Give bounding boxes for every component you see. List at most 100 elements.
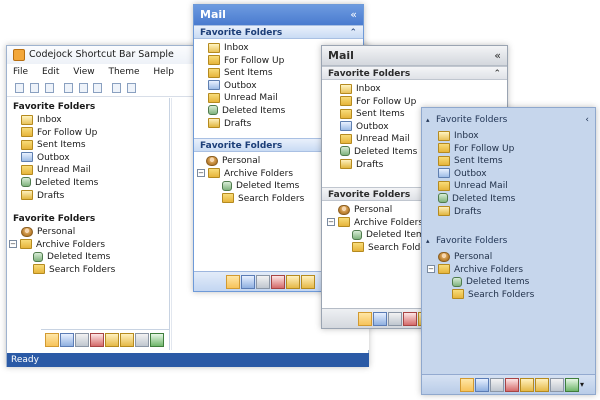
contacts-icon[interactable] bbox=[75, 333, 89, 347]
folder-list-icon[interactable] bbox=[301, 275, 315, 289]
deleted-icon bbox=[21, 177, 31, 188]
favorite-folders-header[interactable]: Favorite Folders ⌃ bbox=[194, 25, 363, 39]
folder-icon bbox=[340, 96, 352, 107]
folder-outbox[interactable]: Outbox bbox=[21, 152, 169, 165]
notes-icon[interactable] bbox=[520, 378, 534, 392]
copy-icon[interactable] bbox=[78, 83, 88, 93]
tree-personal[interactable]: Personal bbox=[438, 251, 595, 264]
folder-icon bbox=[208, 55, 220, 66]
tree-label: Search Folders bbox=[468, 289, 535, 300]
collapse-toggle[interactable]: − bbox=[9, 240, 17, 249]
tree-deleted-items[interactable]: Deleted Items bbox=[33, 251, 169, 264]
folder-deleted-items[interactable]: Deleted Items bbox=[21, 177, 169, 190]
tree-archive-folders[interactable]: − Archive Folders bbox=[427, 264, 595, 277]
favorite-folders-header[interactable]: Favorite Folders bbox=[7, 100, 169, 114]
folder-drafts[interactable]: Drafts bbox=[438, 206, 595, 219]
menu-file[interactable]: File bbox=[13, 67, 28, 77]
print-icon[interactable] bbox=[112, 83, 122, 93]
favorite-folders-header-2[interactable]: ▴ Favorite Folders bbox=[422, 234, 595, 248]
new-file-icon[interactable] bbox=[15, 83, 24, 93]
tree-label: Search Folders bbox=[49, 264, 116, 275]
menu-theme[interactable]: Theme bbox=[108, 67, 139, 77]
personal-icon bbox=[438, 251, 450, 262]
tasks-icon[interactable] bbox=[403, 312, 417, 326]
folder-sent-items[interactable]: Sent Items bbox=[438, 155, 595, 168]
folder-inbox[interactable]: Inbox bbox=[21, 114, 169, 127]
folder-unread-mail[interactable]: Unread Mail bbox=[21, 164, 169, 177]
folder-label: Drafts bbox=[224, 118, 252, 129]
folder-outbox[interactable]: Outbox bbox=[438, 168, 595, 181]
paste-icon[interactable] bbox=[93, 83, 103, 93]
menu-edit[interactable]: Edit bbox=[42, 67, 59, 77]
sent-icon bbox=[21, 139, 33, 150]
folder-sent-items[interactable]: Sent Items bbox=[21, 139, 169, 152]
contacts-icon[interactable] bbox=[256, 275, 270, 289]
collapse-chevron-icon[interactable]: « bbox=[350, 5, 357, 25]
folder-label: Drafts bbox=[37, 190, 65, 201]
sent-icon bbox=[208, 67, 220, 78]
chevron-up-icon[interactable]: ⌃ bbox=[349, 26, 357, 40]
open-folder-icon[interactable] bbox=[29, 83, 39, 93]
favorite-folders-header[interactable]: Favorite Folders ⌃ bbox=[322, 66, 507, 80]
folder-list-icon[interactable] bbox=[120, 333, 134, 347]
folder-inbox[interactable]: Inbox bbox=[340, 83, 507, 96]
expand-triangle-icon[interactable]: ▴ bbox=[426, 234, 430, 248]
calendar-icon[interactable] bbox=[475, 378, 489, 392]
tasks-icon[interactable] bbox=[505, 378, 519, 392]
tree-search-folders[interactable]: Search Folders bbox=[452, 289, 595, 302]
help-icon[interactable] bbox=[127, 83, 137, 93]
cut-icon[interactable] bbox=[63, 83, 73, 93]
collapse-chevron-icon[interactable]: ‹ bbox=[585, 113, 589, 127]
folder-label: Inbox bbox=[356, 84, 381, 94]
inbox-icon bbox=[340, 83, 352, 94]
folder-deleted-items[interactable]: Deleted Items bbox=[438, 193, 595, 206]
tree-label: Deleted Items bbox=[466, 277, 530, 288]
folder-label: Unread Mail bbox=[454, 181, 508, 192]
calendar-icon[interactable] bbox=[373, 312, 387, 326]
menu-help[interactable]: Help bbox=[153, 67, 174, 77]
favorite-folders-list: Inbox For Follow Up Sent Items Outbox Un… bbox=[7, 114, 169, 202]
shortcuts-icon[interactable] bbox=[135, 333, 149, 347]
journal-icon[interactable] bbox=[150, 333, 164, 347]
folder-inbox[interactable]: Inbox bbox=[438, 130, 595, 143]
folder-drafts[interactable]: Drafts bbox=[21, 190, 169, 203]
notes-icon[interactable] bbox=[286, 275, 300, 289]
inbox-icon bbox=[21, 114, 33, 125]
tree-search-folders[interactable]: Search Folders bbox=[33, 264, 169, 277]
calendar-icon[interactable] bbox=[60, 333, 74, 347]
tasks-icon[interactable] bbox=[271, 275, 285, 289]
mail-icon[interactable] bbox=[45, 333, 59, 347]
mail-icon[interactable] bbox=[460, 378, 474, 392]
expand-triangle-icon[interactable]: ▴ bbox=[426, 113, 430, 127]
tree-archive-folders[interactable]: − Archive Folders bbox=[9, 239, 169, 252]
collapse-toggle[interactable]: − bbox=[327, 218, 335, 227]
search-folder-icon bbox=[452, 289, 464, 300]
collapse-toggle[interactable]: − bbox=[427, 265, 435, 274]
folder-for-follow-up[interactable]: For Follow Up bbox=[438, 143, 595, 156]
menu-view[interactable]: View bbox=[73, 67, 94, 77]
tree-label: Deleted Items bbox=[47, 252, 111, 263]
favorite-folders-header[interactable]: ▴ Favorite Folders ‹ bbox=[422, 113, 595, 127]
tasks-icon[interactable] bbox=[90, 333, 104, 347]
deleted-icon bbox=[352, 229, 362, 240]
collapse-chevron-icon[interactable]: « bbox=[494, 46, 501, 66]
configure-dropdown-icon[interactable]: ▾ bbox=[580, 378, 588, 392]
favorite-folders-header-2[interactable]: Favorite Folders bbox=[7, 212, 169, 226]
collapse-toggle[interactable]: − bbox=[197, 169, 205, 178]
save-icon[interactable] bbox=[44, 83, 54, 93]
shortcuts-icon[interactable] bbox=[550, 378, 564, 392]
tree-personal[interactable]: Personal bbox=[21, 226, 169, 239]
tree-deleted-items[interactable]: Deleted Items bbox=[452, 276, 595, 289]
mail-icon[interactable] bbox=[226, 275, 240, 289]
calendar-icon[interactable] bbox=[241, 275, 255, 289]
folder-for-follow-up[interactable]: For Follow Up bbox=[21, 127, 169, 140]
folder-unread-mail[interactable]: Unread Mail bbox=[438, 180, 595, 193]
folder-label: Inbox bbox=[224, 43, 249, 53]
journal-icon[interactable] bbox=[565, 378, 579, 392]
contacts-icon[interactable] bbox=[388, 312, 402, 326]
chevron-up-icon[interactable]: ⌃ bbox=[493, 67, 501, 81]
contacts-icon[interactable] bbox=[490, 378, 504, 392]
notes-icon[interactable] bbox=[105, 333, 119, 347]
folder-list-icon[interactable] bbox=[535, 378, 549, 392]
mail-icon[interactable] bbox=[358, 312, 372, 326]
